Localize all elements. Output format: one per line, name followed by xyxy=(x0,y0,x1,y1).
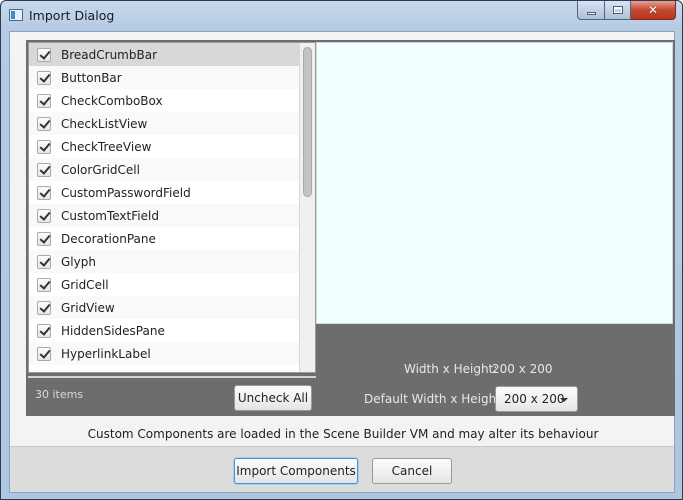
list-item-label: CheckTreeView xyxy=(61,139,152,154)
list-item-label: BreadCrumbBar xyxy=(61,47,157,62)
button-bar: Import Components Cancel xyxy=(10,446,674,492)
cancel-button[interactable]: Cancel xyxy=(372,458,452,484)
default-size-label: Default Width x Height: xyxy=(364,392,505,406)
item-checkbox[interactable] xyxy=(37,47,51,62)
dialog-content: BreadCrumbBar ButtonBar CheckComboBox Check… xyxy=(9,31,675,493)
item-checkbox[interactable] xyxy=(37,185,51,200)
items-count-label: 30 items xyxy=(35,388,84,401)
list-item-label: GridView xyxy=(61,300,115,315)
list-item-label: HyperlinkLabel xyxy=(61,346,151,361)
list-item[interactable]: BreadCrumbBar xyxy=(29,43,299,66)
component-preview xyxy=(316,42,673,324)
list-item[interactable]: DecorationPane xyxy=(29,227,299,250)
window-title: Import Dialog xyxy=(29,8,115,23)
list-item[interactable]: CheckListView xyxy=(29,112,299,135)
minimize-button[interactable] xyxy=(577,1,605,20)
list-item[interactable]: HiddenSidesPane xyxy=(29,319,299,342)
item-checkbox[interactable] xyxy=(37,346,51,361)
item-checkbox[interactable] xyxy=(37,70,51,85)
list-item[interactable]: ButtonBar xyxy=(29,66,299,89)
item-checkbox[interactable] xyxy=(37,162,51,177)
item-checkbox[interactable] xyxy=(37,254,51,269)
list-item-label: CheckListView xyxy=(61,116,148,131)
list-item-label: DecorationPane xyxy=(61,231,156,246)
list-item-label: ColorGridCell xyxy=(61,162,140,177)
list-item-label: CheckComboBox xyxy=(61,93,163,108)
item-checkbox[interactable] xyxy=(37,231,51,246)
item-checkbox[interactable] xyxy=(37,93,51,108)
width-height-label: Width x Height: xyxy=(404,362,498,376)
list-item-label: CustomPasswordField xyxy=(61,185,191,200)
item-checkbox[interactable] xyxy=(37,139,51,154)
list-item-label: ButtonBar xyxy=(61,70,122,85)
uncheck-all-button[interactable]: Uncheck All xyxy=(234,385,312,411)
item-checkbox[interactable] xyxy=(37,116,51,131)
maximize-icon xyxy=(612,6,623,14)
list-scrollbar[interactable] xyxy=(299,43,315,372)
maximize-button[interactable] xyxy=(605,1,631,20)
chevron-down-icon xyxy=(560,398,568,402)
list-item[interactable]: CustomPasswordField xyxy=(29,181,299,204)
close-button[interactable]: ✕ xyxy=(631,1,676,20)
vm-warning-note: Custom Components are loaded in the Scen… xyxy=(87,427,599,441)
title-bar[interactable]: Import Dialog ✕ xyxy=(1,1,682,31)
list-item[interactable]: CheckTreeView xyxy=(29,135,299,158)
list-item[interactable]: CheckComboBox xyxy=(29,89,299,112)
item-checkbox[interactable] xyxy=(37,277,51,292)
import-components-button[interactable]: Import Components xyxy=(234,458,358,484)
caption-buttons: ✕ xyxy=(577,1,676,21)
import-dialog-window: Import Dialog ✕ BreadCrumbBar ButtonBar Ch… xyxy=(0,0,683,500)
list-item[interactable]: Glyph xyxy=(29,250,299,273)
default-size-dropdown[interactable]: 200 x 200 xyxy=(495,386,578,412)
item-checkbox[interactable] xyxy=(37,323,51,338)
list-item-label: GridCell xyxy=(61,277,109,292)
minimize-icon xyxy=(586,11,596,15)
components-list[interactable]: BreadCrumbBar ButtonBar CheckComboBox Check… xyxy=(28,42,316,373)
item-checkbox[interactable] xyxy=(37,208,51,223)
close-icon: ✕ xyxy=(647,3,659,17)
list-item[interactable]: ColorGridCell xyxy=(29,158,299,181)
item-checkbox[interactable] xyxy=(37,300,51,315)
list-footer: 30 items Uncheck All xyxy=(28,376,316,416)
list-item-label: CustomTextField xyxy=(61,208,159,223)
app-icon xyxy=(9,9,23,21)
scrollbar-thumb[interactable] xyxy=(303,47,312,197)
list-item-label: Glyph xyxy=(61,254,96,269)
list-item[interactable]: CustomTextField xyxy=(29,204,299,227)
width-height-value: 200 x 200 xyxy=(492,362,553,376)
list-item[interactable]: HyperlinkLabel xyxy=(29,342,299,365)
default-size-value: 200 x 200 xyxy=(504,392,565,406)
list-item[interactable]: GridView xyxy=(29,296,299,319)
preview-faint-overlay xyxy=(381,333,611,341)
list-item-label: HiddenSidesPane xyxy=(61,323,165,338)
list-item[interactable]: GridCell xyxy=(29,273,299,296)
main-panel: BreadCrumbBar ButtonBar CheckComboBox Check… xyxy=(26,40,675,416)
